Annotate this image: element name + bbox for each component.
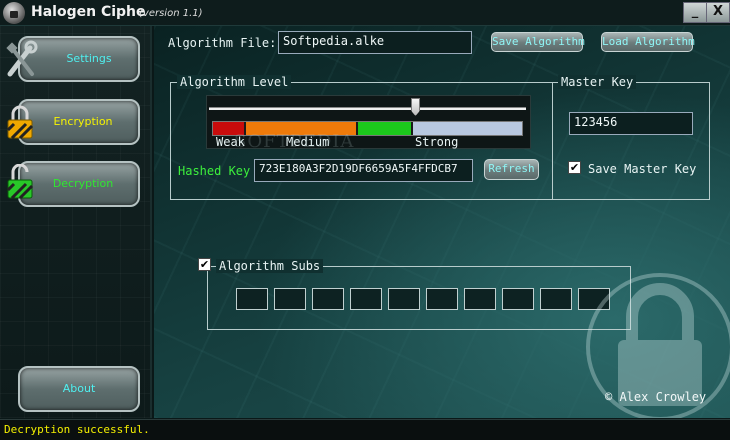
minimize-button[interactable]: _ bbox=[683, 2, 707, 23]
master-key-input[interactable]: 123456 bbox=[569, 112, 693, 135]
app-window: Halogen Ciphe (version 1.1) _ X Settings… bbox=[0, 0, 730, 440]
sidebar-item-label: About bbox=[62, 382, 96, 395]
save-master-key-label: Save Master Key bbox=[588, 162, 697, 176]
padlock-locked-icon bbox=[6, 105, 34, 140]
algorithm-sub-cell[interactable] bbox=[426, 288, 458, 310]
sidebar-item-decryption[interactable]: Decryption bbox=[18, 161, 140, 207]
sidebar-item-label: Decryption bbox=[52, 177, 114, 190]
algorithm-sub-cell[interactable] bbox=[502, 288, 534, 310]
master-key-title: Master Key bbox=[558, 75, 637, 89]
algorithm-file-input[interactable]: Softpedia.alke bbox=[278, 31, 472, 54]
sidebar-item-label: Settings bbox=[66, 52, 112, 65]
refresh-button[interactable]: Refresh bbox=[484, 159, 539, 180]
algorithm-sub-cell[interactable] bbox=[350, 288, 382, 310]
sidebar: Settings Encryption Decryption About bbox=[0, 26, 152, 418]
sidebar-item-label: Encryption bbox=[53, 115, 113, 128]
app-lock-icon bbox=[3, 2, 25, 24]
master-key-group: Master Key bbox=[552, 75, 710, 200]
sidebar-item-about[interactable]: About bbox=[18, 366, 140, 412]
app-version: (version 1.1) bbox=[139, 8, 203, 19]
algorithm-sub-cell[interactable] bbox=[464, 288, 496, 310]
level-strong-label: Strong bbox=[415, 135, 459, 149]
softpedia-watermark: SOFTPEDIA bbox=[234, 131, 355, 152]
padlock-unlocked-icon bbox=[6, 164, 34, 200]
save-master-key-checkbox[interactable]: ✔ bbox=[568, 161, 581, 174]
tools-icon bbox=[6, 40, 38, 77]
algorithm-sub-cell[interactable] bbox=[274, 288, 306, 310]
algorithm-level-title: Algorithm Level bbox=[177, 75, 292, 89]
algorithm-sub-cell[interactable] bbox=[388, 288, 420, 310]
algorithm-level-slider-track[interactable] bbox=[209, 107, 526, 110]
algorithm-subs-checkbox[interactable]: ✔ bbox=[198, 258, 211, 271]
status-bar: Decryption successful. bbox=[0, 419, 730, 440]
load-algorithm-button[interactable]: Load Algorithm bbox=[601, 32, 695, 52]
app-title: Halogen Ciphe bbox=[31, 4, 146, 20]
algorithm-sub-cell[interactable] bbox=[312, 288, 344, 310]
save-algorithm-button[interactable]: Save Algorithm bbox=[491, 32, 585, 52]
algorithm-sub-cell[interactable] bbox=[236, 288, 268, 310]
strength-remaining-segment bbox=[413, 122, 522, 135]
algorithm-file-label: Algorithm File: bbox=[168, 36, 277, 50]
algorithm-subs-title: Algorithm Subs bbox=[216, 259, 324, 273]
strength-strong-segment bbox=[358, 122, 413, 135]
hashed-key-label: Hashed Key bbox=[178, 164, 251, 178]
hashed-key-field[interactable]: 723E180A3F2D19DF6659A5F4FFDCB7 bbox=[254, 159, 473, 182]
sidebar-item-encryption[interactable]: Encryption bbox=[18, 99, 140, 145]
status-text: Decryption successful. bbox=[4, 423, 150, 436]
title-bar[interactable]: Halogen Ciphe (version 1.1) _ X bbox=[0, 0, 730, 26]
algorithm-sub-cell[interactable] bbox=[540, 288, 572, 310]
close-button[interactable]: X bbox=[706, 2, 730, 23]
copyright-text: © Alex Crowley bbox=[605, 390, 707, 404]
